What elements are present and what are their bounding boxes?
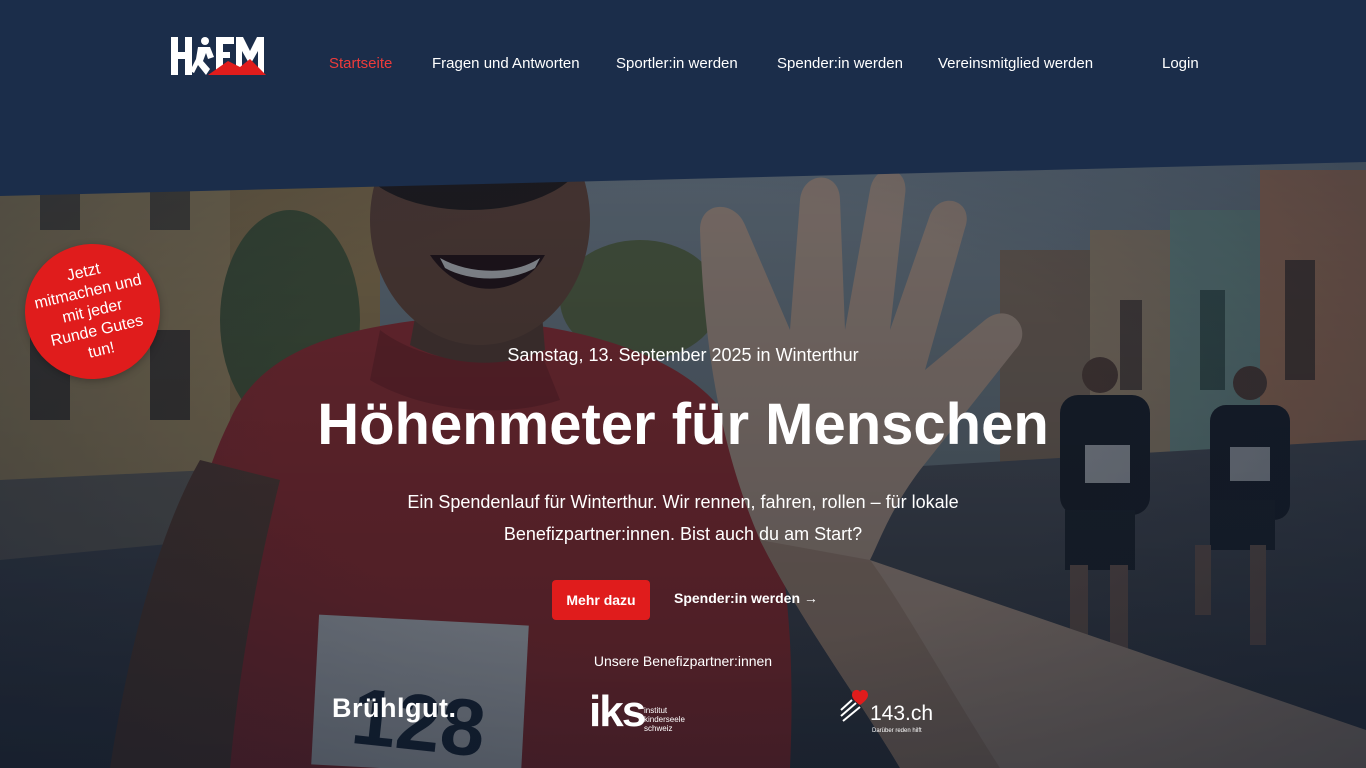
partner-bruehlgut-logo[interactable]: Brühlgut. [332, 693, 456, 724]
iks-subtitle: institut kinderseele schweiz [644, 706, 685, 733]
spender-werden-link[interactable]: Spender:in werden → [674, 590, 818, 606]
partners-title: Unsere Benefizpartner:innen [593, 653, 773, 669]
hero-headline: Höhenmeter für Menschen [317, 392, 1049, 457]
iks-mark: iks [589, 687, 646, 736]
partner-iks-logo[interactable]: iks institut kinderseele schweiz [589, 688, 699, 738]
hero-content: Samstag, 13. September 2025 in Winterthu… [0, 0, 1366, 768]
hero-lead-text: Ein Spendenlauf für Winterthur. Wir renn… [407, 492, 959, 544]
partner-143-tagline: Darüber reden hilft [872, 728, 922, 734]
mehr-dazu-button[interactable]: Mehr dazu [552, 580, 650, 620]
heart-icon [840, 689, 868, 722]
page: 128 [0, 0, 1366, 768]
partner-143-logo[interactable]: 143.ch Darüber reden hilft [838, 688, 938, 740]
partner-143-name: 143.ch [870, 702, 934, 725]
event-date: Samstag, 13. September 2025 in Winterthu… [507, 345, 859, 365]
